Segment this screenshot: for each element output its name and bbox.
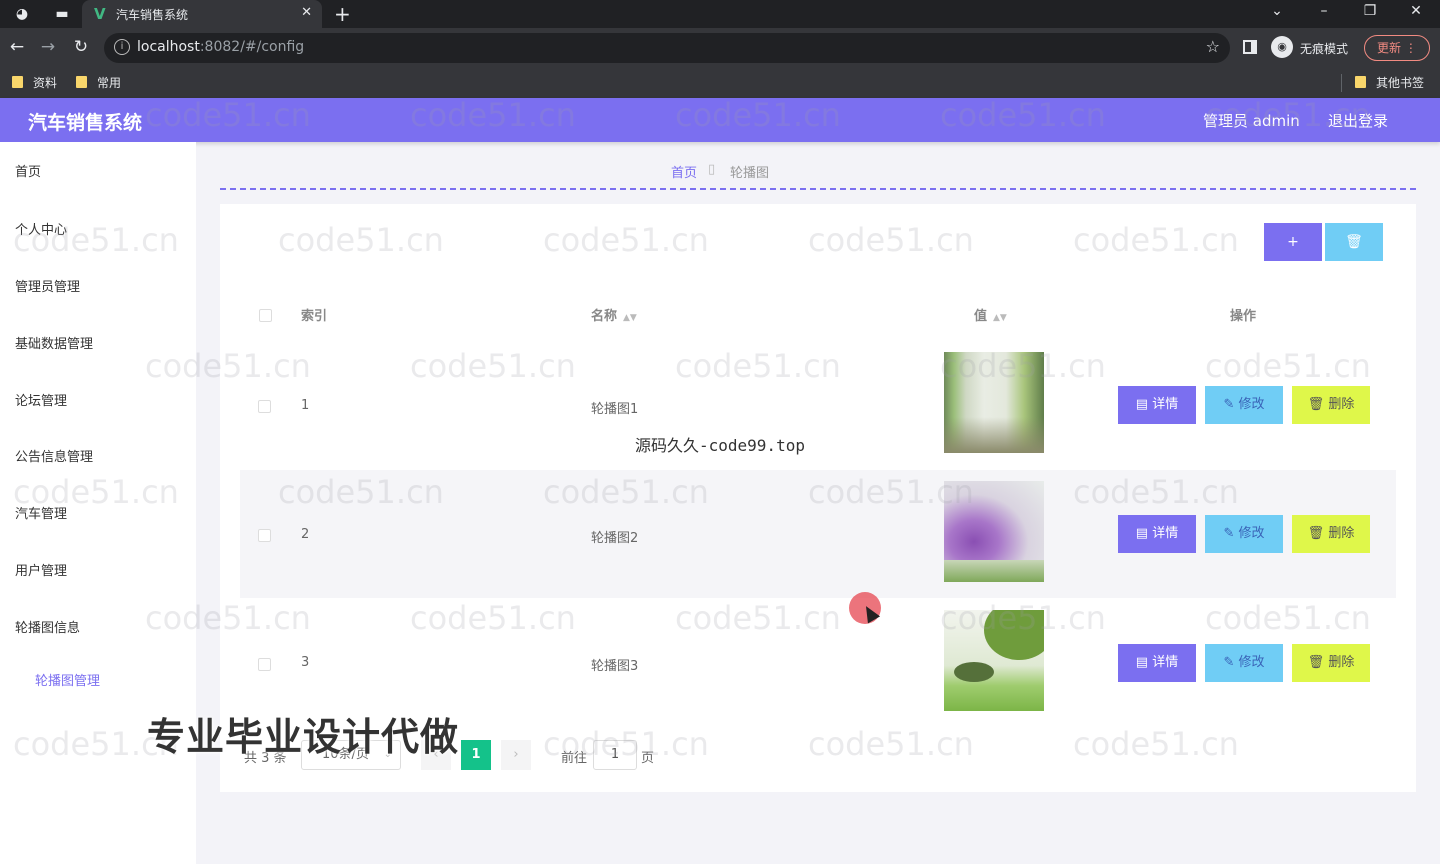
delete-button[interactable]: 🗑 删除 [1292, 644, 1370, 682]
trash-icon: 🗑 [1307, 397, 1329, 412]
carousel-image-thumbnail[interactable] [944, 352, 1044, 453]
incognito-icon[interactable]: ◉ [1271, 36, 1293, 58]
row-index: 3 [301, 655, 310, 670]
promo-overlay-text: 专业毕业设计代做 [147, 715, 460, 759]
document-icon: ▤ [1135, 526, 1153, 541]
tab-list-icon[interactable]: ⌄ [1267, 3, 1287, 19]
carousel-image-thumbnail[interactable] [944, 481, 1044, 582]
side-panel-icon[interactable] [1243, 40, 1257, 54]
detail-button[interactable]: ▤ 详情 [1118, 515, 1196, 553]
column-header-name[interactable]: 名称 ▲▼ [591, 305, 637, 324]
bookmark-folder[interactable]: 常用 [76, 74, 121, 91]
vue-logo-icon: V [94, 5, 106, 23]
browser-tab-active[interactable]: V 汽车销售系统 ✕ [82, 0, 322, 28]
sort-icon[interactable]: ▲▼ [623, 313, 637, 323]
url-text: localhost:8082/#/config [137, 39, 305, 55]
trash-icon: 🗑 [1307, 655, 1329, 670]
chevron-right-icon: › [513, 747, 519, 762]
source-watermark-text: 源码久久-code99.top [635, 436, 805, 455]
folder-icon [1355, 76, 1366, 88]
bookmarks-bar: 资料 常用 其他书签 [0, 68, 1440, 98]
select-all-checkbox[interactable] [259, 309, 272, 322]
sidebar-item-profile[interactable]: 个人中心 [15, 219, 67, 238]
site-info-icon[interactable]: i [114, 39, 130, 55]
row-checkbox[interactable] [258, 658, 271, 671]
column-header-index: 索引 [301, 309, 328, 324]
plus-icon: + [1287, 234, 1299, 250]
tab-search-icon[interactable]: ▬ [52, 4, 72, 24]
column-header-value[interactable]: 值 ▲▼ [974, 305, 1007, 324]
edit-button[interactable]: ✎ 修改 [1205, 515, 1283, 553]
tab-close-icon[interactable]: ✕ [301, 5, 312, 20]
incognito-label: 无痕模式 [1300, 42, 1349, 56]
batch-delete-button[interactable]: 🗑 [1325, 223, 1383, 261]
url-field[interactable]: i localhost:8082/#/config ☆ [104, 33, 1230, 63]
sidebar-subitem-carousel-manage[interactable]: 轮播图管理 [35, 670, 100, 689]
current-user[interactable]: 管理员 admin [1203, 110, 1300, 131]
row-index: 1 [301, 398, 310, 413]
breadcrumb-current: 轮播图 [730, 166, 770, 181]
carousel-image-thumbnail[interactable] [944, 610, 1044, 711]
other-bookmarks[interactable]: 其他书签 [1355, 74, 1424, 91]
goto-page-input[interactable]: 1 [593, 740, 637, 770]
sidebar-item-home[interactable]: 首页 [15, 161, 41, 180]
row-checkbox[interactable] [258, 529, 271, 542]
trash-icon: 🗑 [1307, 526, 1329, 541]
row-name: 轮播图1 [591, 402, 639, 417]
delete-button[interactable]: 🗑 删除 [1292, 515, 1370, 553]
row-name: 轮播图2 [591, 531, 639, 546]
detail-button[interactable]: ▤ 详情 [1118, 644, 1196, 682]
document-icon: ▤ [1135, 397, 1153, 412]
bookmark-folder[interactable]: 资料 [12, 74, 57, 91]
sort-icon[interactable]: ▲▼ [993, 313, 1007, 323]
pencil-icon: ✎ [1223, 397, 1239, 412]
restore-icon[interactable]: ❐ [1360, 3, 1380, 19]
breadcrumb-home[interactable]: 首页 [671, 162, 697, 181]
folder-icon [12, 76, 23, 88]
edit-button[interactable]: ✎ 修改 [1205, 644, 1283, 682]
sidebar-item-users[interactable]: 用户管理 [15, 560, 67, 579]
browser-tab-bar: ◕ ▬ V 汽车销售系统 ✕ + ⌄ – ❐ ✕ [0, 0, 1440, 28]
column-header-actions: 操作 [1230, 309, 1257, 324]
back-icon[interactable]: ← [6, 37, 28, 57]
add-button[interactable]: + [1264, 223, 1322, 261]
close-window-icon[interactable]: ✕ [1406, 3, 1426, 19]
app-header: 汽车销售系统 管理员 admin 退出登录 [0, 98, 1440, 142]
trash-icon: 🗑 [1345, 234, 1363, 250]
sidebar-item-carousel[interactable]: 轮播图信息 [15, 617, 80, 636]
document-icon: ▤ [1135, 655, 1153, 670]
forward-icon[interactable]: → [37, 37, 59, 57]
bookmark-star-icon[interactable]: ☆ [1206, 37, 1220, 56]
row-checkbox[interactable] [258, 400, 271, 413]
edit-button[interactable]: ✎ 修改 [1205, 386, 1283, 424]
sidebar-item-admins[interactable]: 管理员管理 [15, 276, 80, 295]
browser-menu-icon[interactable]: ◕ [12, 4, 32, 24]
sidebar-item-cars[interactable]: 汽车管理 [15, 503, 67, 522]
breadcrumb-separator-icon: ▯ [708, 162, 716, 177]
bookmark-divider [1341, 74, 1342, 92]
pencil-icon: ✎ [1223, 655, 1239, 670]
sidebar-item-basic-data[interactable]: 基础数据管理 [15, 333, 93, 352]
delete-button[interactable]: 🗑 删除 [1292, 386, 1370, 424]
row-name: 轮播图3 [591, 659, 639, 674]
reload-icon[interactable]: ↻ [70, 37, 92, 57]
sidebar-item-forum[interactable]: 论坛管理 [15, 390, 67, 409]
next-page-button[interactable]: › [501, 740, 531, 770]
breadcrumb-divider [220, 188, 1416, 190]
browser-address-bar: ← → ↻ i localhost:8082/#/config ☆ ◉ 无痕模式… [0, 28, 1440, 68]
update-button[interactable]: 更新 ⋮ [1364, 35, 1430, 61]
minimize-icon[interactable]: – [1314, 3, 1334, 19]
new-tab-icon[interactable]: + [334, 2, 351, 26]
page-number-current[interactable]: 1 [461, 740, 491, 770]
row-index: 2 [301, 527, 310, 542]
logout-link[interactable]: 退出登录 [1328, 110, 1388, 131]
app-title: 汽车销售系统 [28, 112, 143, 134]
folder-icon [76, 76, 87, 88]
goto-unit: 页 [641, 751, 655, 766]
tab-title: 汽车销售系统 [116, 8, 189, 22]
detail-button[interactable]: ▤ 详情 [1118, 386, 1196, 424]
pencil-icon: ✎ [1223, 526, 1239, 541]
goto-label: 前往 [561, 751, 588, 766]
sidebar-item-notices[interactable]: 公告信息管理 [15, 446, 93, 465]
